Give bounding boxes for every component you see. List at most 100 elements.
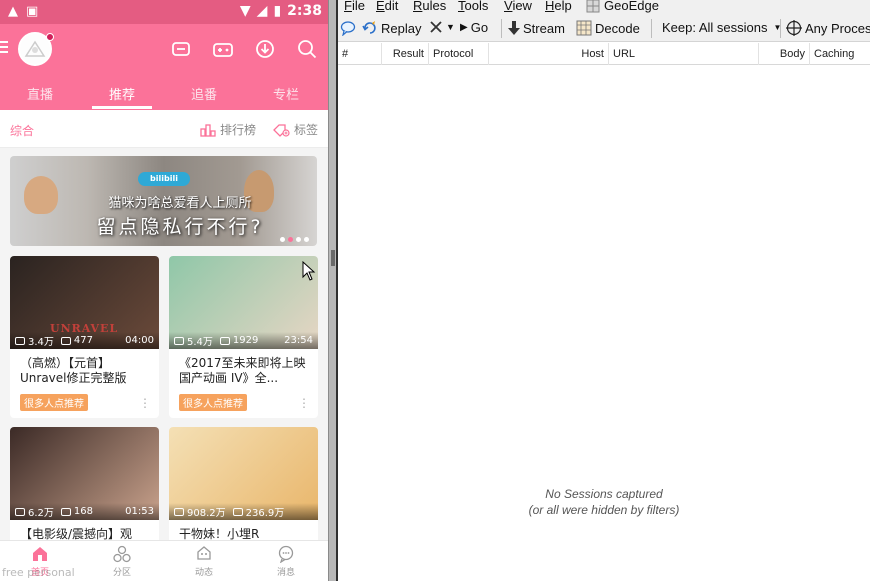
warning-icon: ▲ — [8, 4, 18, 19]
ranking-icon — [200, 123, 216, 137]
promo-banner[interactable]: bilibili 猫咪为啥总爱看人上厕所 留点隐私行不行? — [10, 156, 317, 246]
empty-line1: No Sessions captured — [545, 487, 663, 501]
nav-messages[interactable]: 消息 — [266, 545, 306, 578]
game-center-icon[interactable] — [170, 38, 192, 60]
ranking-button[interactable]: 排行榜 — [200, 121, 256, 138]
more-options-icon[interactable]: ⋮ — [298, 396, 310, 410]
menu-view[interactable]: View — [504, 0, 532, 13]
avatar-notification-dot — [46, 33, 54, 41]
replay-button[interactable]: Replay — [362, 20, 421, 36]
video-card[interactable]: 5.4万 1929 23:54 《2017至未来即将上映国产动画 IV》全... 很多人… — [169, 256, 318, 418]
ranking-label: 排行榜 — [220, 123, 257, 137]
view-count: 908.2万 — [187, 508, 226, 519]
download-icon[interactable] — [254, 38, 276, 60]
comment-button[interactable] — [340, 20, 356, 36]
col-number[interactable]: # — [338, 43, 382, 65]
signal-icon: ◢ — [256, 3, 268, 19]
replay-icon — [362, 21, 376, 34]
menu-help[interactable]: Help — [545, 0, 572, 13]
categories-icon — [113, 545, 131, 563]
menu-rules[interactable]: Rules — [413, 0, 446, 13]
duration: 23:54 — [284, 335, 313, 346]
nav-categories[interactable]: 分区 — [102, 545, 142, 578]
nav-dynamic[interactable]: 动态 — [184, 545, 224, 578]
danmaku-icon — [60, 507, 71, 516]
play-count-icon — [174, 336, 184, 345]
watermark: free personal — [2, 566, 75, 579]
danmaku-icon — [60, 336, 71, 345]
col-caching[interactable]: Caching — [810, 43, 870, 65]
splitter-grip[interactable] — [331, 250, 335, 266]
fiddler-window: File Edit Rules Tools View Help GeoEdge … — [338, 0, 870, 581]
tab-column[interactable]: 专栏 — [256, 84, 316, 103]
app-bar — [0, 24, 328, 74]
battery-icon: ▮ — [273, 3, 282, 19]
tag-icon — [273, 123, 290, 137]
col-host[interactable]: Host — [489, 43, 609, 65]
tab-bangumi[interactable]: 追番 — [174, 84, 234, 103]
stream-button[interactable]: Stream — [508, 20, 565, 36]
mouse-cursor-icon — [302, 261, 316, 281]
view-count: 5.4万 — [187, 337, 213, 348]
col-result[interactable]: Result — [382, 43, 429, 65]
drawer-menu-icon[interactable] — [0, 41, 8, 55]
tags-button[interactable]: 标签 — [272, 121, 318, 138]
search-icon[interactable] — [296, 38, 318, 60]
duration: 01:53 — [125, 506, 154, 517]
banner-line1: 猫咪为啥总爱看人上厕所 — [108, 196, 252, 211]
banner-cat-left — [24, 176, 58, 214]
android-emulator: ▲ ▣ ▼ ◢ ▮ 2:38 直播 推荐 追番 专栏 综合 排行榜 标签 bil… — [0, 0, 328, 581]
video-stats: 908.2万 236.9万 — [169, 503, 318, 520]
more-options-icon[interactable]: ⋮ — [139, 396, 151, 410]
pane-splitter[interactable] — [328, 0, 338, 581]
col-protocol[interactable]: Protocol — [429, 43, 489, 65]
menu-tools[interactable]: Tools — [458, 0, 488, 13]
menu-edit[interactable]: Edit — [376, 0, 398, 13]
recommend-badge: 很多人点推荐 — [179, 394, 247, 411]
col-url[interactable]: URL — [609, 43, 759, 65]
gamepad-icon[interactable] — [212, 38, 234, 60]
remove-button[interactable]: ▼ — [429, 20, 455, 34]
decode-button[interactable]: Decode — [576, 20, 640, 36]
decode-icon — [576, 20, 592, 36]
col-body[interactable]: Body — [759, 43, 810, 65]
play-count-icon — [15, 336, 25, 345]
danmaku-count: 168 — [73, 506, 93, 517]
filter-bar: 综合 排行榜 标签 — [0, 110, 328, 148]
danmaku-count: 236.9万 — [245, 508, 285, 519]
active-tab-indicator — [92, 106, 152, 109]
any-process-button[interactable]: Any Proces — [786, 20, 870, 36]
menu-file[interactable]: File — [344, 0, 365, 13]
video-card[interactable]: UNRAVEL 3.4万 477 04:00 （高燃）【元首】Unravel修正完整版很… — [10, 256, 159, 418]
danmaku-icon — [232, 507, 243, 516]
geoedge-icon — [586, 0, 600, 12]
video-title[interactable]: 《2017至未来即将上映国产动画 IV》全... — [179, 356, 309, 386]
message-icon — [278, 545, 294, 563]
danmaku-count: 477 — [73, 335, 93, 346]
sessions-column-header: # Result Protocol Host URL Body Caching — [338, 43, 870, 65]
empty-sessions-message: No Sessions captured (or all were hidden… — [338, 486, 870, 518]
tab-live[interactable]: 直播 — [10, 84, 70, 103]
filter-all[interactable]: 综合 — [10, 122, 34, 139]
go-button[interactable]: ▶ Go — [460, 20, 488, 35]
duration: 04:00 — [125, 335, 154, 346]
geoedge-menu[interactable]: GeoEdge — [586, 0, 659, 13]
video-stats: 6.2万 168 01:53 — [10, 503, 159, 520]
danmaku-icon — [219, 336, 230, 345]
video-title[interactable]: （高燃）【元首】Unravel修正完整版 — [20, 356, 150, 386]
status-bar: ▲ ▣ ▼ ◢ ▮ 2:38 — [0, 0, 328, 24]
remove-dropdown-icon: ▼ — [446, 22, 455, 32]
home-icon — [33, 547, 47, 561]
menu-bar: File Edit Rules Tools View Help GeoEdge — [338, 0, 870, 16]
notification-a-icon: ▣ — [26, 4, 39, 19]
tab-recommend[interactable]: 推荐 — [92, 84, 152, 103]
home-tabs: 直播 推荐 追番 专栏 — [0, 74, 328, 110]
screen: ▲ ▣ ▼ ◢ ▮ 2:38 直播 推荐 追番 专栏 综合 排行榜 标签 bil… — [0, 0, 870, 581]
toolbar: Replay ▼ ▶ Go Stream Decode Keep: All se… — [338, 16, 870, 42]
keep-sessions-dropdown[interactable]: Keep: All sessions ▼ — [662, 20, 781, 35]
banner-line2: 留点隐私行不行? — [96, 216, 264, 238]
play-count-icon — [15, 507, 25, 516]
play-count-icon — [174, 507, 184, 516]
wifi-icon: ▼ — [239, 3, 251, 19]
danmaku-count: 1929 — [232, 335, 259, 346]
